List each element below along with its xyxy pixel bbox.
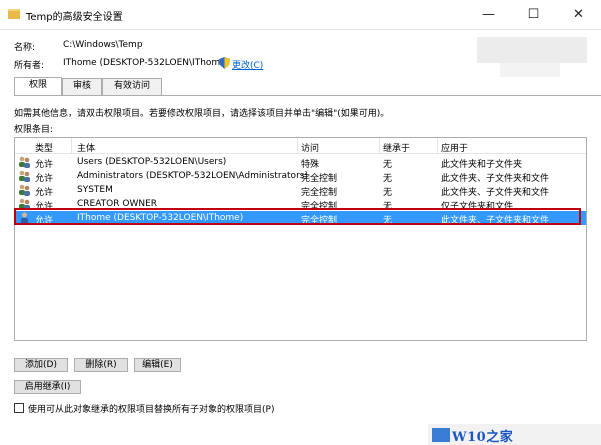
windows-logo-icon bbox=[432, 428, 450, 442]
column-separator bbox=[437, 138, 438, 154]
window-title: Temp的高级安全设置 bbox=[26, 12, 123, 23]
replace-child-permissions-checkbox[interactable] bbox=[14, 403, 24, 413]
entries-label: 权限条目: bbox=[14, 125, 54, 135]
title-bar: Temp的高级安全设置 — ☐ ✕ bbox=[0, 0, 601, 30]
column-access[interactable]: 访问 bbox=[301, 141, 319, 154]
column-applies-to[interactable]: 应用于 bbox=[441, 141, 468, 154]
table-row[interactable]: 允许 Administrators (DESKTOP-532LOEN\Admin… bbox=[15, 169, 586, 184]
name-value: C:\Windows\Temp bbox=[63, 40, 143, 50]
table-row[interactable]: 允许 Users (DESKTOP-532LOEN\Users) 特殊 无 此文… bbox=[15, 155, 586, 170]
folder-icon bbox=[8, 9, 20, 19]
row-principal: Administrators (DESKTOP-532LOEN\Administ… bbox=[77, 171, 308, 181]
users-group-icon bbox=[19, 156, 30, 168]
owner-value: IThome (DESKTOP-532LOEN\IThome) bbox=[63, 58, 230, 68]
table-header: 类型 主体 访问 继承于 应用于 bbox=[15, 138, 586, 154]
remove-button[interactable]: 删除(R) bbox=[74, 358, 128, 372]
blurred-region bbox=[500, 63, 560, 77]
tab-divider bbox=[14, 95, 601, 96]
permission-entries-table[interactable]: 类型 主体 访问 继承于 应用于 允许 Users (DESKTOP-532LO… bbox=[14, 137, 587, 341]
enable-inheritance-button[interactable]: 启用继承(I) bbox=[14, 380, 81, 394]
minimize-button[interactable]: — bbox=[466, 0, 511, 30]
table-row[interactable]: 允许 SYSTEM 完全控制 无 此文件夹、子文件夹和文件 bbox=[15, 183, 586, 198]
watermark-text: W10之家 W10Z.COM bbox=[452, 430, 514, 445]
info-text: 如需其他信息，请双击权限项目。若要修改权限项目，请选择该项目并单击"编辑"(如果… bbox=[14, 109, 390, 119]
tab-effective-access[interactable]: 有效访问 bbox=[102, 78, 162, 95]
add-button[interactable]: 添加(D) bbox=[14, 358, 68, 372]
column-separator bbox=[71, 138, 72, 154]
column-separator bbox=[379, 138, 380, 154]
column-principal[interactable]: 主体 bbox=[77, 141, 95, 154]
tab-permissions[interactable]: 权限 bbox=[14, 77, 62, 96]
users-group-icon bbox=[19, 184, 30, 196]
uac-shield-icon bbox=[219, 57, 230, 69]
maximize-button[interactable]: ☐ bbox=[511, 0, 556, 30]
tab-auditing[interactable]: 审核 bbox=[62, 78, 102, 95]
column-inherited[interactable]: 继承于 bbox=[383, 141, 410, 154]
users-group-icon bbox=[19, 170, 30, 182]
replace-child-permissions-label[interactable]: 使用可从此对象继承的权限项目替换所有子对象的权限项目(P) bbox=[28, 402, 274, 415]
edit-button[interactable]: 编辑(E) bbox=[134, 358, 181, 372]
blurred-region bbox=[477, 37, 587, 63]
change-owner-link[interactable]: 更改(C) bbox=[232, 58, 263, 71]
owner-label: 所有者: bbox=[14, 61, 45, 71]
column-type[interactable]: 类型 bbox=[35, 141, 53, 154]
highlight-frame bbox=[14, 208, 581, 225]
column-separator bbox=[297, 138, 298, 154]
name-label: 名称: bbox=[14, 43, 36, 53]
row-principal: SYSTEM bbox=[77, 185, 113, 195]
row-principal: Users (DESKTOP-532LOEN\Users) bbox=[77, 157, 227, 167]
close-button[interactable]: ✕ bbox=[556, 0, 601, 30]
